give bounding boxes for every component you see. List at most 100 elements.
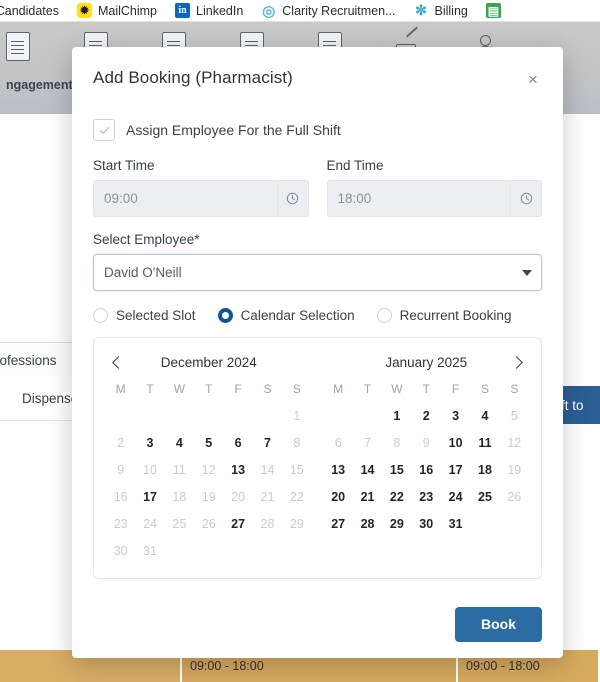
calendar-day[interactable]: 13 (223, 456, 252, 483)
calendar-month-title: January 2025 (385, 354, 468, 370)
weekday-label: W (173, 382, 186, 396)
calendar-day: 12 (507, 435, 522, 450)
calendar-week-row: 27 28 29 30 31 (324, 510, 530, 537)
calendar-day[interactable]: 6 (223, 429, 252, 456)
calendar-day-empty (106, 402, 135, 429)
calendar-day-empty (412, 537, 441, 564)
calendar-day[interactable]: 24 (441, 483, 470, 510)
calendar-day[interactable]: 18 (470, 456, 499, 483)
calendar-header: December 2024 (106, 348, 312, 376)
calendar-day: 31 (143, 543, 157, 558)
end-time-clock-button[interactable] (510, 181, 541, 216)
calendar-day[interactable]: 21 (353, 483, 382, 510)
calendar-week-row: 9 10 11 12 13 14 15 (106, 456, 312, 483)
screenshot-root: y Candidates ✹ MailChimp in LinkedIn ◎ C… (0, 0, 600, 682)
chevron-left-icon[interactable] (106, 351, 128, 373)
calendar-weekday-row: M T W T F S S (324, 376, 530, 402)
calendar-day: 23 (113, 516, 128, 531)
calendar-day[interactable]: 17 (441, 456, 470, 483)
calendar-day[interactable]: 14 (353, 456, 382, 483)
calendar-week-row: 1 (106, 402, 312, 429)
calendar-day: 1 (293, 408, 301, 423)
radio-indicator-selected (217, 308, 233, 323)
calendar-day[interactable]: 30 (412, 510, 441, 537)
radio-indicator (93, 308, 108, 323)
chevron-down-icon[interactable] (513, 269, 541, 276)
calendar-day[interactable]: 28 (353, 510, 382, 537)
calendar-day[interactable]: 10 (441, 429, 470, 456)
calendar-month-december: December 2024 M T W T F S S 1 2 3 4 5 6 7 8 9 10 1… (100, 348, 318, 564)
close-icon[interactable]: × (523, 69, 543, 89)
calendar-day[interactable]: 11 (470, 429, 499, 456)
weekday-label: T (422, 382, 430, 396)
start-time-clock-button[interactable] (276, 181, 308, 216)
booking-mode-radiogroup: Selected Slot Calendar Selection Recurre… (93, 308, 542, 323)
radio-calendar-selection[interactable]: Calendar Selection (217, 308, 355, 323)
calendar-day: 25 (172, 516, 187, 531)
weekday-label: M (115, 382, 126, 396)
calendar-day[interactable]: 13 (324, 456, 353, 483)
calendar-day[interactable]: 20 (324, 483, 353, 510)
calendar-day[interactable]: 4 (165, 429, 194, 456)
calendar-day[interactable]: 7 (253, 429, 282, 456)
weekday-label: S (480, 382, 489, 396)
calendar-day-empty (194, 537, 223, 564)
time-fields: Start Time 09:00 End Time 18:00 (93, 158, 542, 217)
calendar-day: 8 (293, 435, 301, 450)
caret-triangle (522, 269, 532, 276)
calendar-day[interactable]: 31 (441, 510, 470, 537)
calendar-day[interactable]: 23 (412, 483, 441, 510)
calendar-day[interactable]: 4 (470, 402, 499, 429)
calendar-day[interactable]: 15 (382, 456, 411, 483)
calendar-day: 19 (507, 462, 522, 477)
radio-label: Calendar Selection (240, 308, 355, 323)
weekday-label: S (292, 382, 301, 396)
start-time-input[interactable]: 09:00 (93, 180, 309, 217)
calendar-day: 26 (201, 516, 216, 531)
calendar-weeks: 1 2 3 4 5 6 7 8 9 10 11 12 13 14 15 16 17 18 19 20 21 22 23 24 2… (106, 402, 312, 564)
calendar-day[interactable]: 3 (441, 402, 470, 429)
calendar-day-empty (441, 537, 470, 564)
calendar-day: 15 (289, 462, 304, 477)
calendar-day: 11 (172, 462, 186, 477)
book-button[interactable]: Book (455, 606, 542, 642)
calendar-day[interactable]: 27 (223, 510, 252, 537)
calendar-day[interactable]: 16 (412, 456, 441, 483)
employee-select[interactable]: David O'Neill (93, 254, 542, 291)
calendar-day[interactable]: 2 (412, 402, 441, 429)
calendar-day-empty (353, 537, 382, 564)
employee-selected-value: David O'Neill (104, 265, 182, 280)
full-shift-row[interactable]: Assign Employee For the Full Shift (93, 119, 542, 141)
calendar-day[interactable]: 25 (470, 483, 499, 510)
calendar-day: 20 (231, 489, 246, 504)
calendar-day[interactable]: 29 (382, 510, 411, 537)
modal-header: Add Booking (Pharmacist) × (72, 47, 563, 109)
end-time-input[interactable]: 18:00 (326, 180, 542, 217)
calendar-day-empty (253, 402, 282, 429)
radio-recurrent-booking[interactable]: Recurrent Booking (376, 308, 511, 323)
calendar-day-empty (135, 402, 164, 429)
calendar-day[interactable]: 27 (324, 510, 353, 537)
calendar-week-row (324, 537, 530, 564)
employee-label: Select Employee* (93, 232, 200, 247)
calendar-day[interactable]: 1 (382, 402, 411, 429)
calendar-day: 7 (364, 435, 371, 450)
calendar-day: 21 (260, 489, 275, 504)
weekday-label: T (205, 382, 213, 396)
checkmark-icon (99, 126, 109, 134)
weekday-label: T (363, 382, 372, 396)
calendar-weekday-row: M T W T F S S (106, 376, 312, 402)
calendar-week-row: 13 14 15 16 17 18 19 (324, 456, 530, 483)
calendar-day[interactable]: 5 (194, 429, 223, 456)
modal-body: Assign Employee For the Full Shift Start… (72, 119, 563, 579)
calendar-day-empty (382, 537, 411, 564)
chevron-right-icon[interactable] (507, 351, 529, 373)
calendar-day: 18 (172, 489, 187, 504)
start-time-field: Start Time 09:00 (93, 158, 309, 217)
calendar-day[interactable]: 22 (382, 483, 411, 510)
full-shift-checkbox[interactable] (93, 119, 115, 141)
radio-selected-slot[interactable]: Selected Slot (93, 308, 196, 323)
calendar-day[interactable]: 17 (135, 483, 164, 510)
calendar-day-empty (353, 402, 382, 429)
calendar-day[interactable]: 3 (135, 429, 164, 456)
